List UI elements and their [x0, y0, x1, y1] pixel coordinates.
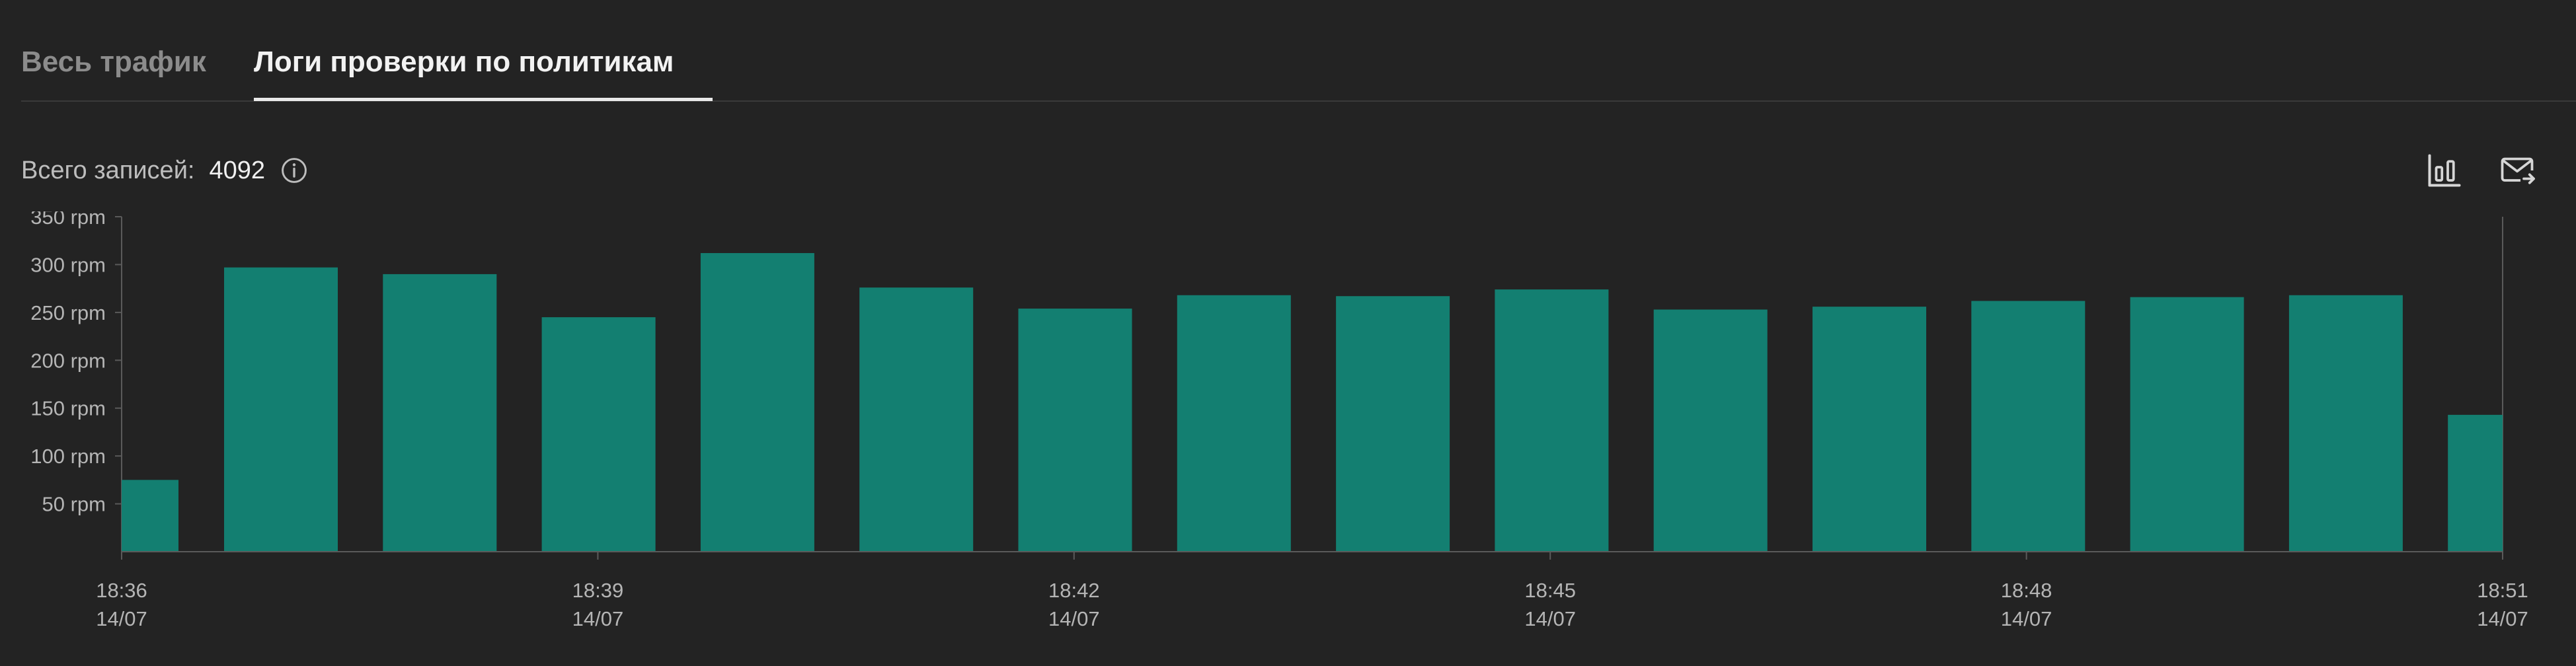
x-tick-time-label: 18:36	[96, 579, 147, 602]
requests-chart: 50 rpm 100 rpm 150 rpm 200 rpm 250 rpm 300 rp…	[0, 211, 2576, 666]
bar-18:45	[1495, 289, 1609, 552]
y-tick-label: 350 rpm	[30, 211, 106, 229]
x-tick-date-label: 14/07	[2001, 607, 2052, 630]
requests-bar-chart: 50 rpm 100 rpm 150 rpm 200 rpm 250 rpm 300 rp…	[30, 211, 2528, 630]
bar-18:44	[1336, 296, 1450, 552]
bar-18:49	[2130, 297, 2244, 552]
x-tick-date-label: 14/07	[96, 607, 147, 630]
bar-18:50	[2288, 295, 2403, 552]
x-tick-date-label: 14/07	[572, 607, 624, 630]
y-tick-label: 300 rpm	[30, 253, 106, 276]
bar-chart-icon[interactable]	[2425, 151, 2464, 190]
y-tick-label: 150 rpm	[30, 397, 106, 420]
bar-18:38	[383, 274, 497, 552]
x-tick-date-label: 14/07	[1524, 607, 1576, 630]
active-tab-indicator	[254, 98, 713, 101]
x-tick-time-label: 18:48	[2001, 579, 2052, 602]
bar-18:43	[1177, 295, 1291, 552]
bar-18:40	[700, 253, 814, 552]
tab-bar: Весь трафик Логи проверки по политикам	[21, 0, 2576, 102]
info-icon[interactable]	[280, 156, 309, 185]
y-tick-label: 250 rpm	[30, 301, 106, 324]
mail-export-icon[interactable]	[2497, 151, 2537, 190]
total-records-count: 4092	[209, 156, 266, 184]
x-tick-time-label: 18:45	[1524, 579, 1576, 602]
y-tick-label: 50 rpm	[42, 493, 106, 516]
bar-18:42	[1018, 309, 1132, 552]
x-tick-date-label: 14/07	[1048, 607, 1100, 630]
bar-18:47	[1813, 307, 1926, 552]
x-tick-time-label: 18:51	[2477, 579, 2528, 602]
x-tick-time-label: 18:42	[1048, 579, 1100, 602]
bar-18:37	[224, 267, 338, 552]
records-summary: Всего записей: 4092	[21, 152, 309, 189]
tab-policy-logs[interactable]: Логи проверки по политикам	[254, 45, 674, 79]
y-tick-label: 100 rpm	[30, 445, 106, 468]
total-records-label: Всего записей:	[21, 156, 195, 184]
y-tick-label: 200 rpm	[30, 349, 106, 372]
x-tick-time-label: 18:39	[572, 579, 624, 602]
tab-all-traffic[interactable]: Весь трафик	[21, 45, 206, 79]
bar-18:46	[1653, 309, 1768, 552]
bar-18:36	[122, 480, 178, 552]
bar-18:48	[1971, 301, 2086, 552]
x-tick-date-label: 14/07	[2477, 607, 2528, 630]
bar-18:41	[859, 287, 974, 552]
bar-18:51	[2448, 414, 2503, 552]
bar-18:39	[541, 317, 656, 552]
